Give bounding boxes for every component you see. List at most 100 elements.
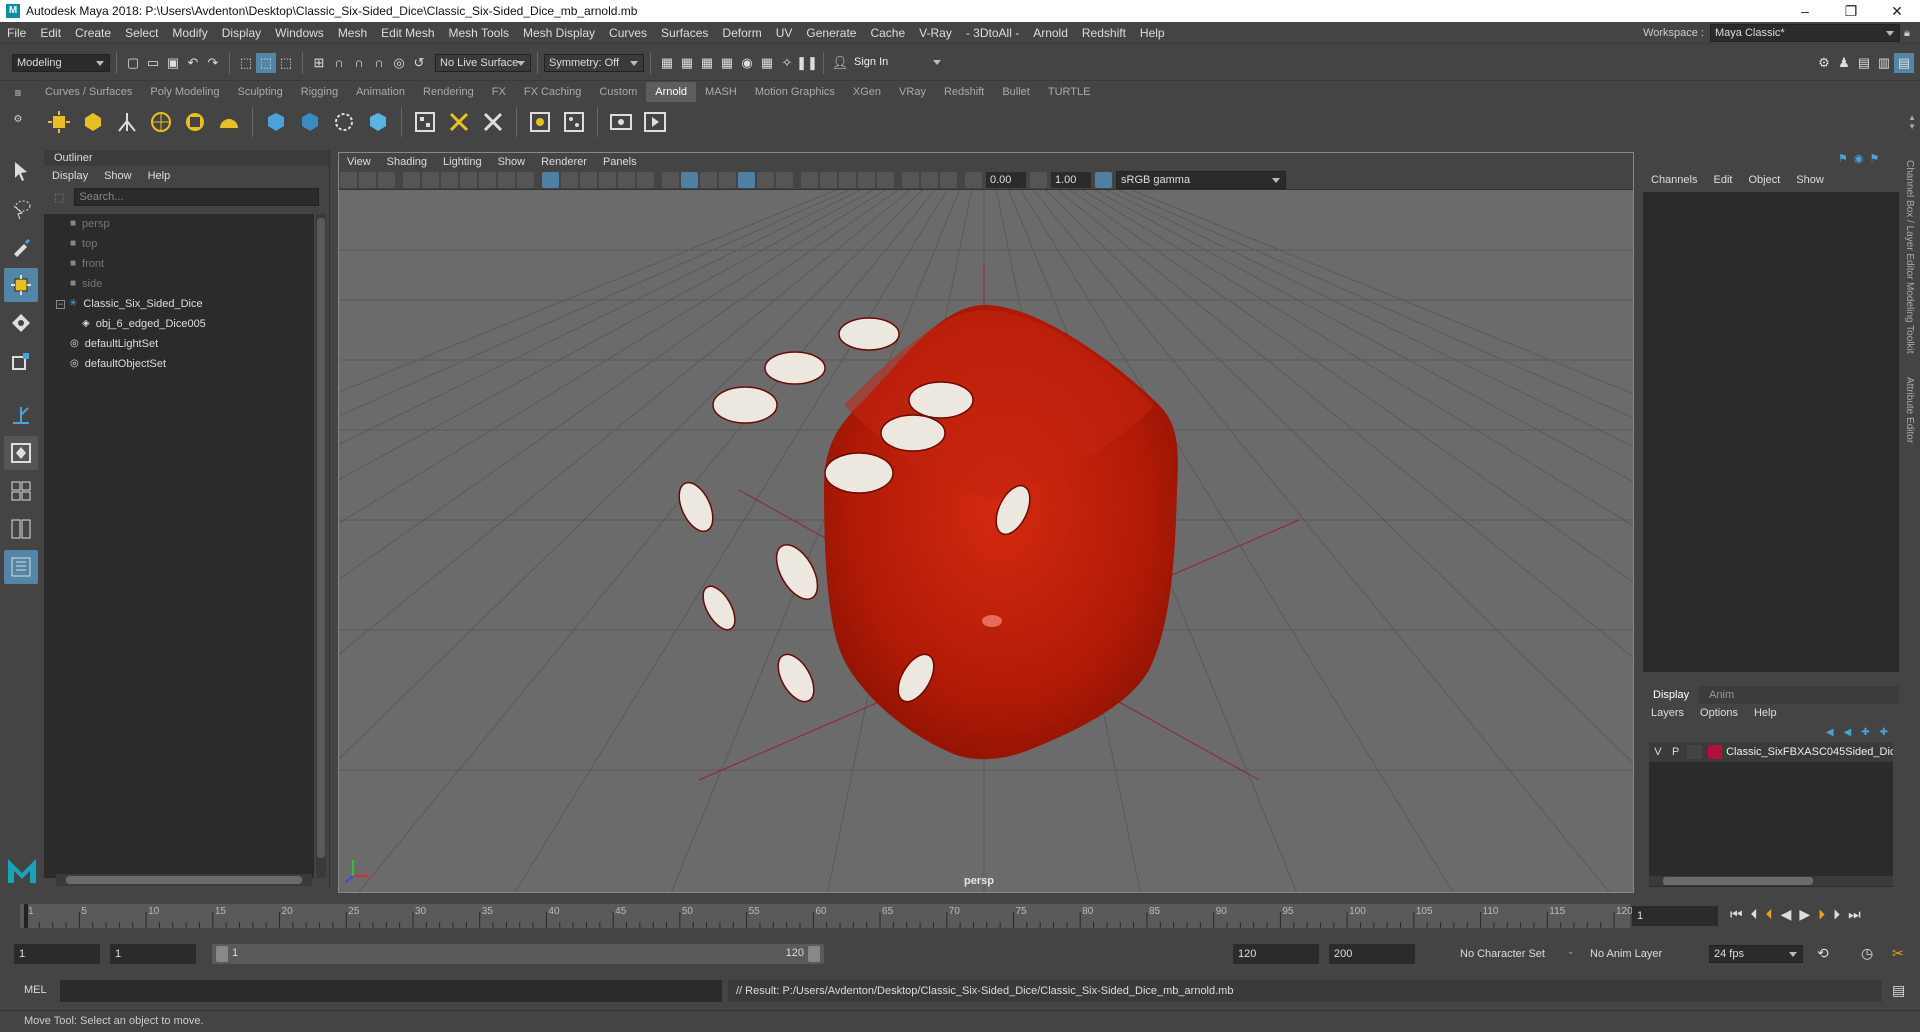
channel-menu-show[interactable]: Show	[1788, 174, 1832, 186]
outliner-horizontal-scrollbar[interactable]	[56, 874, 312, 886]
loop-icon[interactable]: ⟲	[1817, 945, 1829, 962]
new-layer-selected-icon[interactable]: ✚	[1880, 727, 1888, 738]
layer-visibility-toggle[interactable]: V	[1649, 746, 1667, 758]
animation-start-field[interactable]: 1	[14, 944, 100, 964]
new-scene-icon[interactable]: ▢	[123, 53, 143, 73]
texture-manager-icon[interactable]	[478, 107, 508, 137]
shelf-tab-fx[interactable]: FX	[483, 82, 515, 102]
modeling-toolkit-icon[interactable]: ⚙	[1814, 53, 1834, 73]
viewport-scene[interactable]: persp	[339, 190, 1633, 892]
filter-icon[interactable]: ⬚	[54, 191, 64, 204]
channel-box[interactable]	[1643, 192, 1899, 672]
select-tool-icon[interactable]	[4, 154, 38, 188]
shelf-tab-animation[interactable]: Animation	[347, 82, 414, 102]
xray-icon[interactable]	[517, 171, 534, 188]
menu-file[interactable]: File	[0, 22, 33, 44]
side-tab-channel-box-layer-editor[interactable]: Channel Box / Layer Editor	[1904, 160, 1915, 280]
menu-cache[interactable]: Cache	[863, 22, 912, 44]
shelf-settings-icon[interactable]: ⚙	[0, 114, 36, 125]
step-forward-key-icon[interactable]: ⏵	[1818, 906, 1825, 923]
two-d-pan-icon[interactable]	[561, 171, 578, 188]
gate-mask-icon[interactable]	[441, 171, 458, 188]
shelf-scroll-down-icon[interactable]: ▼	[1908, 122, 1916, 131]
textured-icon[interactable]	[738, 171, 755, 188]
menu-arnold[interactable]: Arnold	[1026, 22, 1075, 44]
menu-curves[interactable]: Curves	[602, 22, 654, 44]
outliner-item[interactable]: ■ persp	[44, 214, 314, 234]
safe-action-icon[interactable]	[479, 171, 496, 188]
character-set-arrow-icon[interactable]: ⌄	[1567, 946, 1575, 957]
layer-name[interactable]: Classic_SixFBXASC045Sided_Dic	[1726, 746, 1893, 758]
outliner-item[interactable]: ■ top	[44, 234, 314, 254]
snap-live-icon[interactable]: ↺	[409, 53, 429, 73]
operator-icon[interactable]	[363, 107, 393, 137]
single-perspective-view-icon[interactable]	[4, 436, 38, 470]
isolate-select-icon[interactable]	[902, 171, 919, 188]
step-back-frame-icon[interactable]: ⏴	[1751, 906, 1758, 923]
lock-icon[interactable]: 🔒︎	[1904, 27, 1920, 40]
stand-in-icon[interactable]	[261, 107, 291, 137]
rotate-tool-icon[interactable]	[4, 306, 38, 340]
channel-help-icon[interactable]: ◉	[1854, 152, 1864, 165]
viewport-menu-shading[interactable]: Shading	[379, 156, 435, 168]
select-hierarchy-icon[interactable]: ⬚	[236, 53, 256, 73]
viewport-menu-renderer[interactable]: Renderer	[533, 156, 595, 168]
layer-menu-options[interactable]: Options	[1692, 707, 1746, 719]
move-layer-up-icon[interactable]: ◀	[1826, 727, 1834, 738]
shelf-tab-curves-surfaces[interactable]: Curves / Surfaces	[36, 82, 141, 102]
layer-tab-display[interactable]: Display	[1643, 686, 1700, 704]
shelf-scroll-up-icon[interactable]: ▲	[1908, 113, 1916, 122]
shelf-tab-vray[interactable]: VRay	[890, 82, 935, 102]
light-editor-icon[interactable]: ✧	[777, 53, 797, 73]
menu-deform[interactable]: Deform	[715, 22, 768, 44]
layer-row[interactable]: V P Classic_SixFBXASC045Sided_Dic	[1649, 742, 1893, 762]
safe-title-icon[interactable]	[498, 171, 515, 188]
two-view-layout-icon[interactable]	[4, 512, 38, 546]
smooth-shade-icon[interactable]	[681, 171, 698, 188]
menu-edit-mesh[interactable]: Edit Mesh	[374, 22, 441, 44]
menu-mesh-tools[interactable]: Mesh Tools	[442, 22, 516, 44]
menu-create[interactable]: Create	[68, 22, 118, 44]
anti-aliasing-icon[interactable]	[839, 171, 856, 188]
layer-tab-anim[interactable]: Anim	[1699, 686, 1744, 704]
gamma-icon[interactable]	[1030, 171, 1047, 188]
render-view-icon[interactable]: ▦	[697, 53, 717, 73]
dice-mesh[interactable]	[672, 305, 1178, 760]
shelf-tab-custom[interactable]: Custom	[590, 82, 646, 102]
outliner-item[interactable]: ◈ obj_6_edged_Dice005	[44, 314, 314, 334]
fps-dropdown[interactable]: 24 fps	[1709, 945, 1803, 963]
outliner-item[interactable]: ◎ defaultObjectSet	[44, 354, 314, 374]
playback-end-field[interactable]: 120	[1233, 944, 1319, 964]
render-setup-icon[interactable]: ▦	[757, 53, 777, 73]
symmetry-dropdown[interactable]: Symmetry: Off	[544, 53, 644, 72]
color-space-dropdown[interactable]: sRGB gamma	[1116, 170, 1286, 189]
exposure-icon[interactable]	[965, 171, 982, 188]
menu-select[interactable]: Select	[118, 22, 165, 44]
viewport-menu-view[interactable]: View	[339, 156, 379, 168]
menu-windows[interactable]: Windows	[268, 22, 331, 44]
undo-icon[interactable]: ↶	[183, 53, 203, 73]
playback-start-field[interactable]: 1	[110, 944, 196, 964]
render-view-arnold-icon[interactable]	[410, 107, 440, 137]
range-slider[interactable]: 1 120	[212, 944, 824, 964]
render-sequence-icon[interactable]: ▦	[677, 53, 697, 73]
physical-sky-icon[interactable]	[214, 107, 244, 137]
gamma-field[interactable]: 1.00	[1051, 171, 1091, 188]
snap-view-icon[interactable]: ∩	[369, 53, 389, 73]
menu-v-ray[interactable]: V-Ray	[912, 22, 959, 44]
viewport-panel[interactable]: View Shading Lighting Show Renderer Panels	[338, 152, 1634, 893]
mesh-light-icon[interactable]	[78, 107, 108, 137]
menu-modify[interactable]: Modify	[165, 22, 214, 44]
area-light-icon[interactable]	[44, 107, 74, 137]
snap-grid-icon[interactable]: ⊞	[309, 53, 329, 73]
script-language-label[interactable]: MEL	[24, 984, 47, 996]
render-settings-icon[interactable]: ▦	[717, 53, 737, 73]
skydome-light-icon[interactable]	[146, 107, 176, 137]
viewport-menu-lighting[interactable]: Lighting	[435, 156, 490, 168]
menu-3dtoall[interactable]: - 3DtoAll -	[959, 22, 1026, 44]
scale-tool-icon[interactable]	[4, 344, 38, 378]
aov-editor-icon[interactable]	[525, 107, 555, 137]
menu-display[interactable]: Display	[215, 22, 268, 44]
film-roll-icon[interactable]	[580, 171, 597, 188]
maximize-button[interactable]: ❐	[1828, 0, 1874, 22]
